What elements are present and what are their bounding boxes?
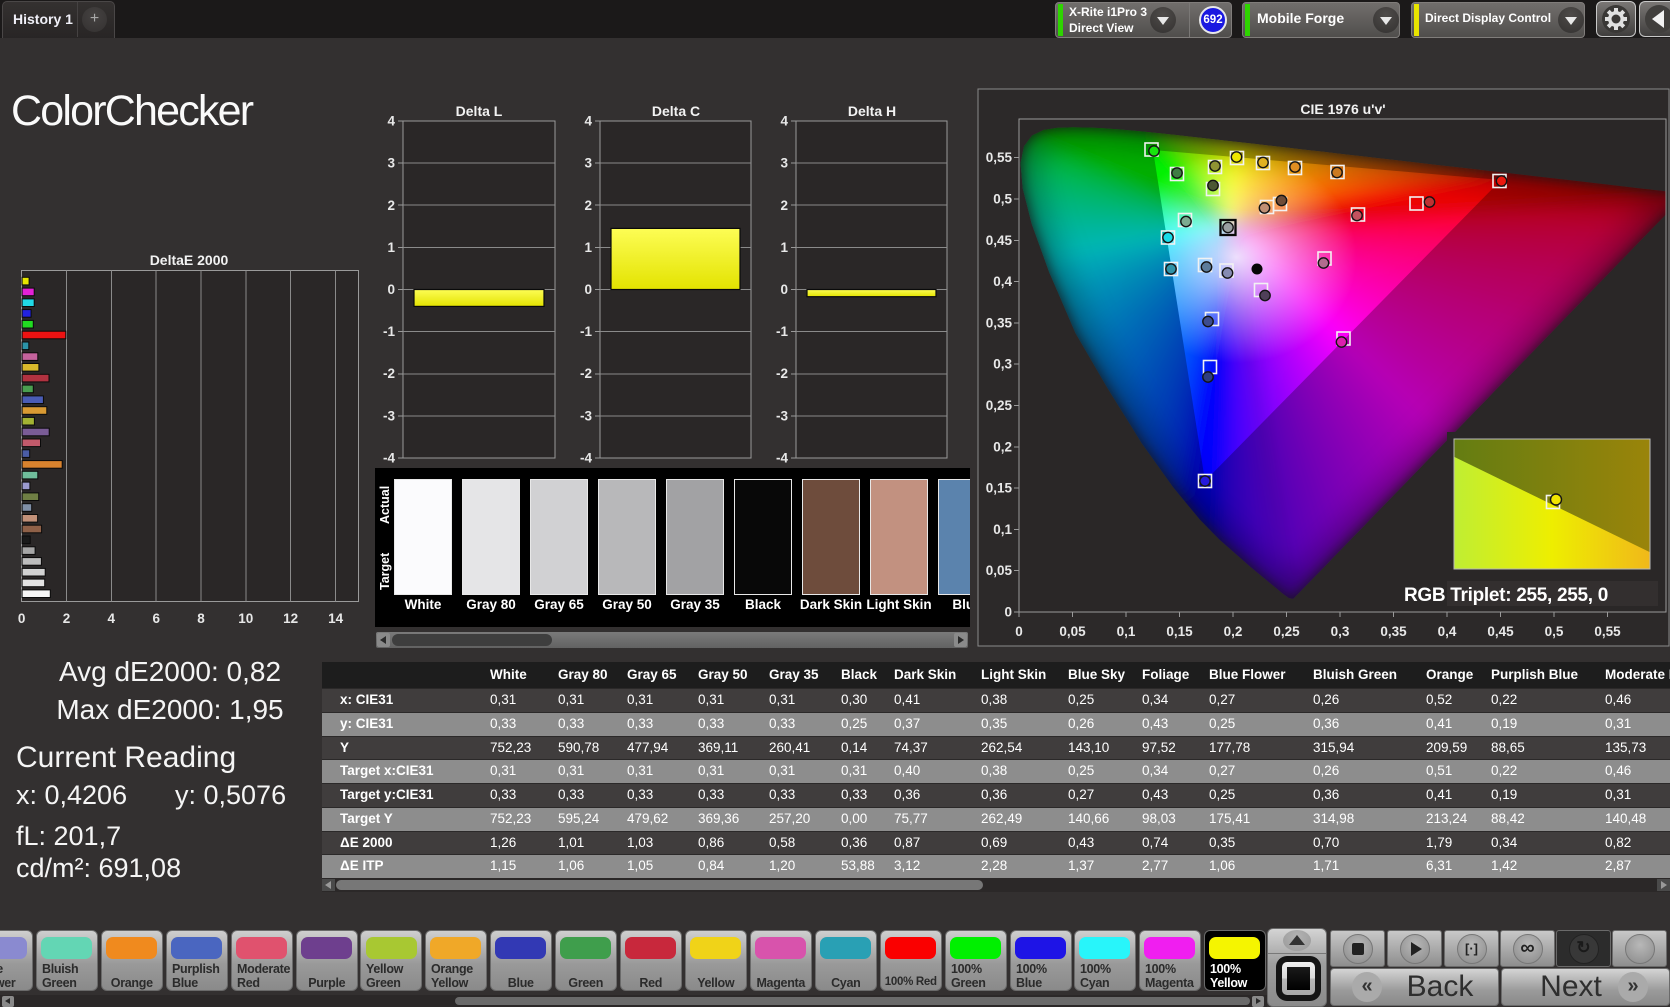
svg-text:-3: -3 [776,408,788,423]
svg-text:Delta C: Delta C [652,103,700,119]
svg-text:0: 0 [387,282,395,297]
svg-text:0,1: 0,1 [1117,624,1136,639]
svg-text:RGB Triplet: 255, 255, 0: RGB Triplet: 255, 255, 0 [1404,585,1608,606]
svg-text:0,05: 0,05 [1059,624,1086,639]
svg-text:-1: -1 [383,324,395,339]
svg-text:-4: -4 [383,451,395,466]
svg-text:0,25: 0,25 [986,398,1013,413]
svg-text:-4: -4 [776,451,788,466]
svg-text:8: 8 [197,611,205,626]
svg-text:0: 0 [1004,605,1012,620]
svg-text:-1: -1 [580,324,592,339]
svg-text:0,35: 0,35 [986,315,1013,330]
svg-text:Delta H: Delta H [848,103,896,119]
svg-text:0,2: 0,2 [993,439,1012,454]
svg-text:0,4: 0,4 [993,274,1012,289]
svg-text:0: 0 [18,611,26,626]
svg-text:Delta L: Delta L [456,103,503,119]
svg-text:0,3: 0,3 [1331,624,1350,639]
svg-text:14: 14 [328,611,344,626]
svg-text:0,05: 0,05 [986,563,1013,578]
svg-text:0,45: 0,45 [986,233,1013,248]
svg-text:DeltaE 2000: DeltaE 2000 [150,252,229,268]
svg-text:0: 0 [1015,624,1023,639]
svg-text:4: 4 [387,114,395,129]
svg-text:0,5: 0,5 [1545,624,1564,639]
svg-text:0: 0 [584,282,592,297]
svg-text:2: 2 [584,198,592,213]
svg-text:2: 2 [387,198,395,213]
svg-text:0,45: 0,45 [1487,624,1514,639]
svg-text:0,15: 0,15 [1166,624,1193,639]
svg-text:0,55: 0,55 [1594,624,1621,639]
svg-text:0,35: 0,35 [1380,624,1407,639]
svg-text:CIE 1976 u'v': CIE 1976 u'v' [1300,101,1385,117]
svg-text:10: 10 [238,611,253,626]
svg-text:4: 4 [584,114,592,129]
svg-text:3: 3 [780,156,788,171]
svg-text:-3: -3 [580,408,592,423]
svg-text:0,5: 0,5 [993,192,1012,207]
svg-text:4: 4 [780,114,788,129]
svg-text:1: 1 [584,240,592,255]
svg-text:1: 1 [387,240,395,255]
svg-text:-2: -2 [776,366,788,381]
svg-text:2: 2 [63,611,71,626]
svg-text:-3: -3 [383,408,395,423]
svg-text:2: 2 [780,198,788,213]
svg-text:0,1: 0,1 [993,522,1012,537]
svg-text:3: 3 [387,156,395,171]
svg-text:0,55: 0,55 [986,150,1013,165]
svg-text:0,3: 0,3 [993,357,1012,372]
svg-text:0,15: 0,15 [986,481,1013,496]
svg-text:-2: -2 [383,366,395,381]
svg-text:3: 3 [584,156,592,171]
svg-text:0,2: 0,2 [1224,624,1243,639]
svg-text:0,25: 0,25 [1273,624,1300,639]
svg-text:-2: -2 [580,366,592,381]
svg-text:12: 12 [283,611,298,626]
svg-text:0: 0 [780,282,788,297]
svg-text:0,4: 0,4 [1438,624,1457,639]
svg-text:6: 6 [152,611,160,626]
svg-text:1: 1 [780,240,788,255]
svg-text:-4: -4 [580,451,592,466]
svg-text:-1: -1 [776,324,788,339]
svg-text:4: 4 [108,611,116,626]
